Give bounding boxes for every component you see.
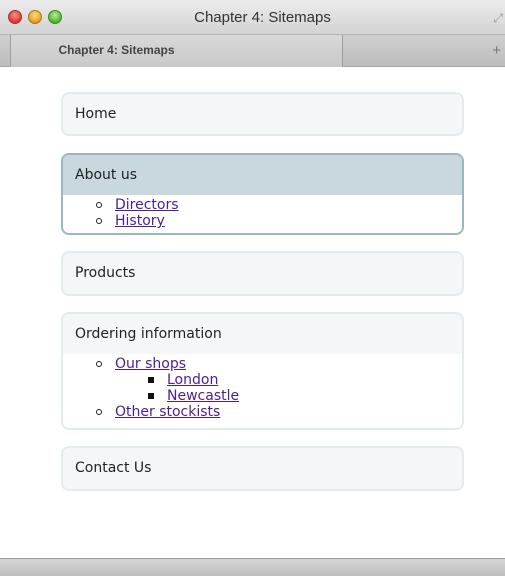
- newcastle-link[interactable]: Newcastle: [167, 388, 239, 404]
- list-item: Newcastle: [115, 388, 462, 404]
- tab-chapter-4-sitemaps[interactable]: Chapter 4: Sitemaps: [10, 35, 343, 67]
- list-item: History: [63, 213, 462, 229]
- sitemap-item-ordering-information: Ordering information Our shops London Ne…: [61, 312, 464, 430]
- directors-link[interactable]: Directors: [115, 197, 179, 213]
- home-label[interactable]: Home: [63, 94, 462, 134]
- products-label[interactable]: Products: [63, 253, 462, 293]
- ordering-submenu: Our shops London Newcastle Other stockis…: [63, 354, 462, 420]
- tab-bar: Chapter 4: Sitemaps +: [0, 35, 505, 67]
- tab-label: Chapter 4: Sitemaps: [58, 43, 175, 57]
- sitemap-item-about-us: About us Directors History: [61, 153, 464, 235]
- list-item: Directors: [63, 197, 462, 213]
- list-item: Our shops London Newcastle: [63, 356, 462, 404]
- window-title: Chapter 4: Sitemaps: [194, 9, 331, 26]
- page-content: Home About us Directors History Products…: [0, 68, 505, 558]
- sitemap-item-products: Products: [61, 251, 464, 296]
- ordering-information-label[interactable]: Ordering information: [63, 314, 462, 354]
- sitemap-item-contact-us: Contact Us: [61, 446, 464, 491]
- contact-us-label[interactable]: Contact Us: [63, 448, 462, 488]
- other-stockists-link[interactable]: Other stockists: [115, 404, 220, 420]
- about-us-submenu: Directors History: [63, 195, 462, 229]
- about-us-label[interactable]: About us: [63, 155, 462, 195]
- shops-submenu: London Newcastle: [115, 372, 462, 404]
- sitemap-item-home: Home: [61, 92, 464, 136]
- new-tab-icon[interactable]: +: [492, 42, 501, 59]
- title-bar: Chapter 4: Sitemaps ⤢: [0, 0, 505, 35]
- list-item: London: [115, 372, 462, 388]
- history-link[interactable]: History: [115, 213, 165, 229]
- our-shops-link[interactable]: Our shops: [115, 356, 186, 372]
- london-link[interactable]: London: [167, 372, 218, 388]
- status-bar: [0, 558, 505, 576]
- fullscreen-icon[interactable]: ⤢: [493, 11, 503, 26]
- list-item: Other stockists: [63, 404, 462, 420]
